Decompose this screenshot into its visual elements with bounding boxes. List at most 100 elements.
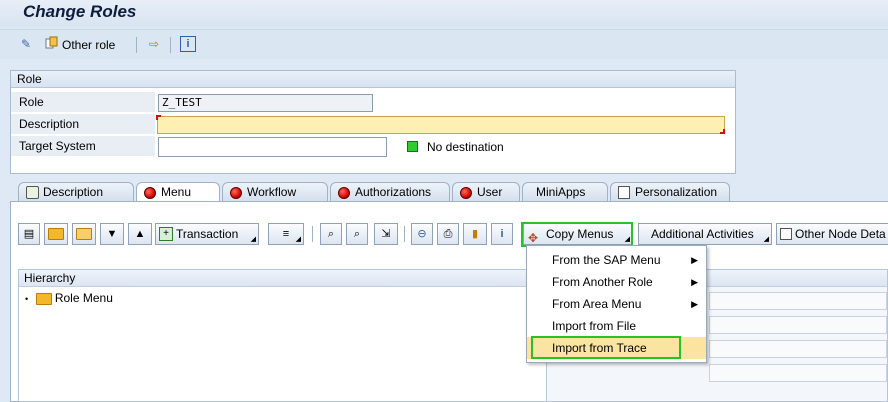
tree-node-role-menu[interactable]: • Role Menu: [25, 291, 113, 305]
info-button[interactable]: i: [491, 223, 513, 245]
print-button[interactable]: ⎙: [437, 223, 459, 245]
details-field: [709, 292, 887, 310]
toolbar-divider: [312, 226, 313, 242]
role-group-title: Role: [11, 71, 735, 88]
add-transaction-icon: +: [159, 227, 173, 241]
tree-node-label: Role Menu: [54, 291, 113, 305]
dropdown-arrow-icon: ◢: [763, 236, 769, 243]
submenu-arrow-icon: ▶: [691, 255, 698, 265]
target-system-label: Target System: [11, 136, 155, 157]
description-icon: [26, 186, 39, 199]
details-field: [709, 340, 887, 358]
tab-personalization[interactable]: Personalization: [610, 182, 730, 202]
role-group: Role Role Z_TEST Description Target Syst…: [10, 70, 736, 174]
role-field: Z_TEST: [158, 94, 373, 112]
printer-icon: ⎙: [443, 228, 453, 240]
tab-label: MiniApps: [536, 185, 586, 199]
details-field: [709, 316, 887, 334]
required-marker: [720, 129, 725, 134]
menu-item-label: From Area Menu: [552, 297, 642, 311]
submenu-arrow-icon: ▶: [691, 299, 698, 309]
description-label: Description: [11, 114, 155, 135]
details-field: [709, 364, 887, 382]
menu-item-from-another-role[interactable]: From Another Role ▶: [527, 271, 706, 293]
additional-activities-label: Additional Activities: [651, 227, 754, 241]
other-node-details-label: Other Node Deta: [795, 227, 886, 241]
tab-description[interactable]: Description: [18, 182, 134, 202]
chart-icon: ▮: [471, 228, 479, 240]
application-toolbar: ✎ Other role ⇨ i: [0, 29, 888, 59]
red-status-icon: [460, 187, 472, 199]
info-icon[interactable]: i: [180, 36, 196, 52]
required-marker: [156, 115, 161, 120]
target-system-row: Target System No destination: [11, 136, 735, 157]
title-bar: Change Roles: [0, 0, 888, 27]
description-row: Description: [11, 114, 735, 135]
red-status-icon: [230, 187, 242, 199]
toolbar-divider: [170, 37, 171, 53]
node-details-icon: [780, 228, 792, 240]
dropdown-arrow-icon: ◢: [250, 236, 256, 243]
chart-button[interactable]: ▮: [463, 223, 487, 245]
menu-item-label: Import from File: [552, 319, 637, 333]
toolbar-divider: [404, 226, 405, 242]
transaction-label: Transaction: [176, 227, 239, 241]
status-green-icon: [407, 141, 418, 152]
page-title: Change Roles: [23, 2, 137, 21]
tab-label: Menu: [161, 185, 192, 199]
folder-button[interactable]: [44, 223, 68, 245]
toolbar-divider: [136, 37, 137, 53]
red-status-icon: [144, 187, 156, 199]
tab-menu[interactable]: Menu: [136, 182, 220, 203]
find-next-button[interactable]: ⌕: [346, 223, 368, 245]
tab-authorizations[interactable]: Authorizations: [330, 182, 450, 202]
menu-item-from-sap-menu[interactable]: From the SAP Menu ▶: [527, 249, 706, 271]
tab-workflow[interactable]: Workflow: [222, 182, 328, 202]
other-node-details-button[interactable]: Other Node Deta: [776, 223, 888, 245]
personalization-icon: [618, 186, 630, 199]
role-label: Role: [11, 92, 155, 113]
description-field[interactable]: [157, 116, 725, 134]
role-row: Role Z_TEST: [11, 92, 735, 113]
tab-strip: Description Menu Workflow Authorizations…: [10, 182, 888, 203]
dropdown-arrow-icon: ◢: [295, 236, 301, 243]
move-up-button[interactable]: ▲: [128, 223, 152, 245]
bullet-icon: •: [25, 293, 29, 304]
rename-button[interactable]: [72, 223, 96, 245]
magnifier-icon: ⊖: [417, 228, 427, 240]
triangle-down-icon: ▼: [106, 228, 118, 240]
node-options-button[interactable]: ≡ ◢: [268, 223, 304, 245]
red-status-icon: [338, 187, 350, 199]
menu-item-import-from-file[interactable]: Import from File: [527, 315, 706, 337]
tab-label: Description: [43, 185, 104, 199]
display-change-icon[interactable]: ✎: [18, 36, 34, 52]
status-text: No destination: [427, 140, 504, 154]
tab-user[interactable]: User: [452, 182, 520, 202]
additional-activities-button[interactable]: Additional Activities ◢: [638, 223, 772, 245]
hierarchy-panel: Hierarchy • Role Menu: [18, 269, 548, 402]
triangle-up-icon: ▲: [134, 228, 146, 240]
tab-label: Workflow: [247, 185, 297, 199]
menu-item-label: From Another Role: [552, 275, 653, 289]
expand-button[interactable]: ⇲: [374, 223, 398, 245]
transport-icon[interactable]: ⇨: [146, 36, 162, 52]
move-down-button[interactable]: ▼: [100, 223, 124, 245]
other-role-button[interactable]: Other role: [62, 38, 115, 52]
menu-item-from-area-menu[interactable]: From Area Menu ▶: [527, 293, 706, 315]
tab-label: User: [477, 185, 503, 199]
find-button[interactable]: ⌕: [320, 223, 342, 245]
other-role-icon[interactable]: [44, 36, 60, 52]
tab-label: Personalization: [635, 185, 718, 199]
menu-item-label: From the SAP Menu: [552, 253, 661, 267]
hierarchy-header: Hierarchy: [19, 270, 547, 287]
highlight-frame: [531, 336, 681, 359]
highlight-frame: [521, 222, 633, 247]
target-system-field[interactable]: [158, 137, 387, 157]
tab-miniapps[interactable]: MiniApps: [522, 182, 608, 202]
folder-icon: [35, 292, 52, 305]
display-icon-button[interactable]: ▤: [18, 223, 40, 245]
transaction-button[interactable]: + Transaction ◢: [155, 223, 259, 245]
zoom-button[interactable]: ⊖: [411, 223, 433, 245]
folder-icon: [48, 228, 64, 241]
tab-label: Authorizations: [355, 185, 432, 199]
